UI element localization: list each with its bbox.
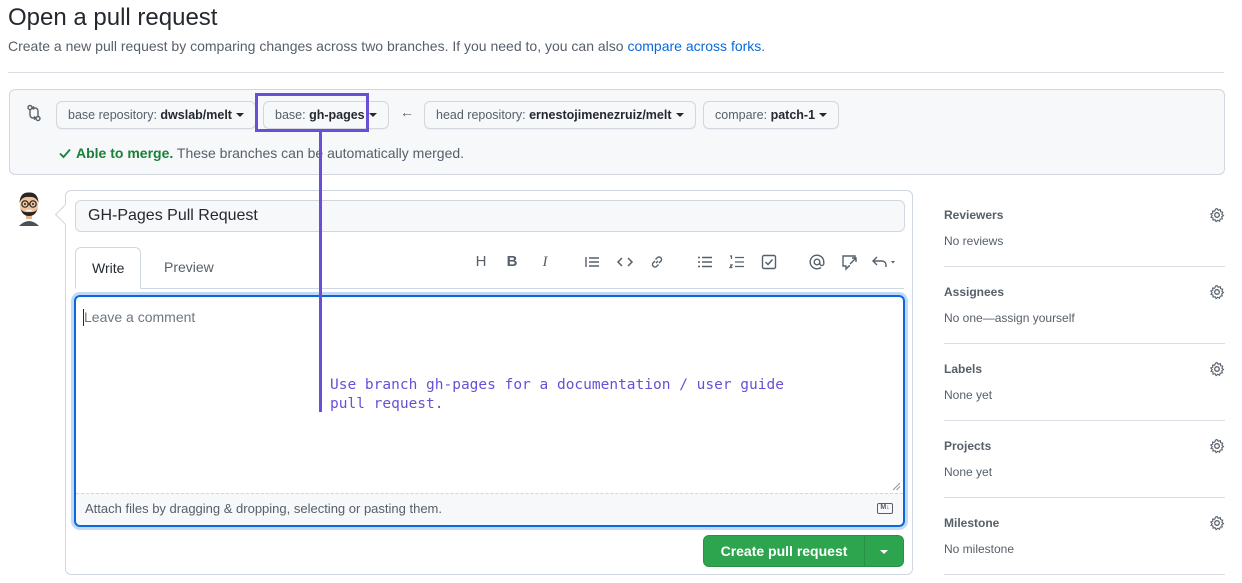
gear-icon[interactable] <box>1209 207 1225 223</box>
tab-preview[interactable]: Preview <box>148 247 230 289</box>
sidebar-title[interactable]: Reviewers <box>944 208 1003 222</box>
sidebar-value: No reviews <box>944 234 1004 248</box>
caret-down-icon <box>819 112 828 117</box>
resize-handle-icon[interactable] <box>891 481 901 491</box>
arrow-left-icon: ← <box>400 104 414 120</box>
sidebar-value: None yet <box>944 465 993 479</box>
attach-files-text: Attach files by dragging & dropping, sel… <box>85 501 442 516</box>
annotation-connector-line <box>319 132 322 412</box>
compare-range-box: base repository: dwslab/melt base: gh-pa… <box>9 89 1225 175</box>
base-repository-select[interactable]: base repository: dwslab/melt <box>56 101 256 129</box>
compare-branch-value: patch-1 <box>770 108 816 122</box>
gear-icon[interactable] <box>1209 438 1225 454</box>
create-pull-request-button-group: Create pull request <box>703 535 904 567</box>
create-pull-request-button[interactable]: Create pull request <box>704 536 864 566</box>
sidebar-reviewers: Reviewers No reviews <box>944 190 1225 267</box>
subtitle-suffix: . <box>761 38 766 54</box>
gear-icon[interactable] <box>1209 515 1225 531</box>
head-repository-select[interactable]: head repository: ernestojimenezruiz/melt <box>424 101 696 129</box>
head-repo-label: head repository: <box>436 108 530 122</box>
head-repo-value: ernestojimenezruiz/melt <box>529 108 672 122</box>
sidebar-projects: Projects None yet <box>944 421 1225 498</box>
subtitle-text: Create a new pull request by comparing c… <box>8 38 628 54</box>
git-compare-icon <box>27 104 41 122</box>
merge-ok-text: Able to merge. <box>76 145 174 161</box>
numbered-list-icon[interactable] <box>728 253 746 271</box>
sidebar-title[interactable]: Assignees <box>944 285 1004 299</box>
page-title: Open a pull request <box>8 4 218 31</box>
annotation-line-2: pull request. <box>330 396 444 412</box>
page-subtitle: Create a new pull request by comparing c… <box>8 38 765 54</box>
merge-status: Able to merge. These branches can be aut… <box>58 145 464 161</box>
reply-icon[interactable] <box>871 253 901 271</box>
gear-icon[interactable] <box>1209 284 1225 300</box>
link-icon[interactable] <box>648 253 666 271</box>
avatar[interactable] <box>14 190 44 228</box>
sidebar-labels: Labels None yet <box>944 344 1225 421</box>
pr-title-input[interactable] <box>75 200 905 232</box>
gear-icon[interactable] <box>1209 361 1225 377</box>
bulleted-list-icon[interactable] <box>696 253 714 271</box>
caret-down-icon <box>235 112 244 117</box>
create-options-dropdown[interactable] <box>864 536 904 566</box>
compare-branch-label: compare: <box>715 108 771 122</box>
divider <box>8 72 1224 73</box>
check-icon <box>59 148 71 159</box>
code-icon[interactable] <box>616 253 634 271</box>
heading-icon[interactable]: H <box>472 253 490 271</box>
caret-down-icon <box>880 550 888 554</box>
sidebar: Reviewers No reviews Assignees No one—as… <box>944 190 1225 575</box>
compare-across-forks-link[interactable]: compare across forks <box>627 38 761 54</box>
base-repo-label: base repository: <box>68 108 161 122</box>
sidebar-title[interactable]: Milestone <box>944 516 999 530</box>
annotation-text: Use branch gh-pages for a documentation … <box>330 376 784 414</box>
tab-write[interactable]: Write <box>75 247 142 289</box>
caret-down-icon <box>368 112 377 117</box>
annotation-highlight-box <box>255 93 369 132</box>
base-repo-value: dwslab/melt <box>160 108 232 122</box>
task-list-icon[interactable] <box>760 253 778 271</box>
sidebar-value[interactable]: No one—assign yourself <box>944 311 1075 325</box>
annotation-line-1: Use branch gh-pages for a documentation … <box>330 377 784 393</box>
tabs-divider <box>75 288 904 289</box>
caret-down-icon <box>675 112 684 117</box>
quote-icon[interactable] <box>583 253 601 271</box>
compare-branch-select[interactable]: compare: patch-1 <box>703 101 840 129</box>
sidebar-title[interactable]: Projects <box>944 439 991 453</box>
mention-icon[interactable] <box>808 253 826 271</box>
bold-icon[interactable]: B <box>503 253 521 271</box>
markdown-icon[interactable]: M↓ <box>877 503 893 514</box>
sidebar-value: None yet <box>944 388 993 402</box>
sidebar-value: No milestone <box>944 542 1015 556</box>
italic-icon[interactable]: I <box>536 253 554 271</box>
sidebar-title[interactable]: Labels <box>944 362 982 376</box>
comment-placeholder: Leave a comment <box>84 309 196 325</box>
attach-files-bar[interactable]: Attach files by dragging & dropping, sel… <box>76 493 903 525</box>
sidebar-assignees: Assignees No one—assign yourself <box>944 267 1225 344</box>
reference-icon[interactable] <box>840 253 858 271</box>
sidebar-milestone: Milestone No milestone <box>944 498 1225 575</box>
